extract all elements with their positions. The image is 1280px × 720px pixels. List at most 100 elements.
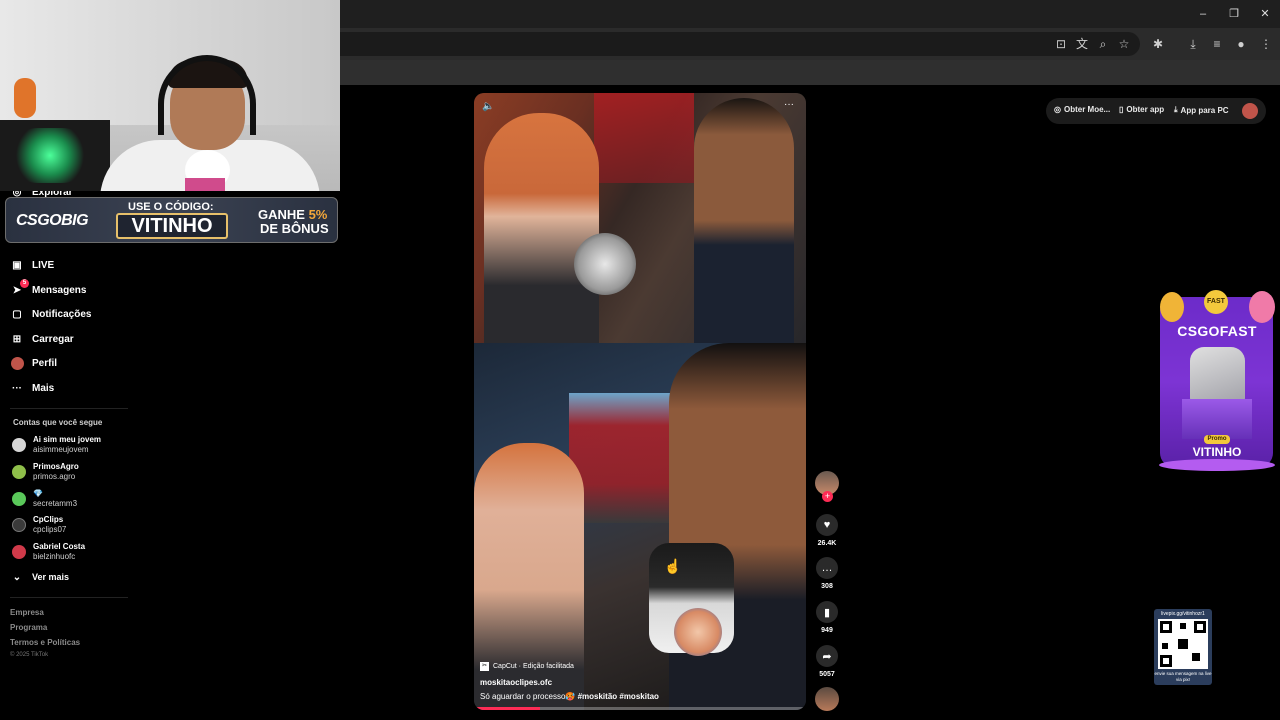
hashtags[interactable]: #moskitão #moskitao <box>578 692 659 701</box>
zoom-icon[interactable]: ⌕ <box>1095 36 1111 52</box>
avatar <box>12 492 26 506</box>
account-username: cpclips07 <box>33 525 67 534</box>
promo-ganhe: GANHE <box>258 207 305 222</box>
close-window-button[interactable]: ✕ <box>1257 6 1273 22</box>
user-avatar[interactable] <box>1242 103 1258 119</box>
coin-icon: ◎ <box>1054 105 1061 114</box>
following-account[interactable]: Gabriel Costa bielzinhuofc <box>12 542 85 562</box>
sidebar-item-upload[interactable]: ⊞ Carregar <box>10 329 74 349</box>
header-actions: ◎ Obter Moe... ▯ Obter app ⤓ App para PC <box>1046 98 1266 124</box>
heart-icon[interactable]: ♥ <box>816 514 838 536</box>
address-bar[interactable] <box>300 32 1140 56</box>
minimize-button[interactable]: – <box>1195 6 1211 22</box>
balloon-icon <box>1160 292 1184 322</box>
following-account[interactable]: Ai sim meu jovem aisimmeujovem <box>12 435 101 455</box>
profile-avatar <box>10 356 24 370</box>
comment-action[interactable]: … 308 <box>815 557 839 590</box>
comment-count: 308 <box>821 583 833 590</box>
avatar <box>12 545 26 559</box>
promo-tag: Promo <box>1204 435 1230 444</box>
footer-link-terms[interactable]: Termos e Políticas <box>10 638 80 647</box>
restore-button[interactable]: ❐ <box>1226 6 1242 22</box>
video-progress[interactable] <box>474 707 806 710</box>
promo-code: VITINHO <box>116 213 228 239</box>
pc-app-button[interactable]: ⤓ App para PC <box>1174 105 1229 115</box>
menu-icon[interactable]: ⋮ <box>1258 36 1274 52</box>
avatar <box>12 438 26 452</box>
csgofast-ad: FAST CSGOFAST Promo VITINHO <box>1157 287 1277 477</box>
account-name: 💎 <box>33 489 43 498</box>
share-action[interactable]: ➦ 5057 <box>815 645 839 678</box>
sidebar-item-notifications[interactable]: ▢ Notificações <box>10 304 91 324</box>
coin-icon: FAST <box>1204 290 1228 314</box>
ad-code: VITINHO <box>1192 445 1242 459</box>
like-action[interactable]: ♥ 26.4K <box>815 514 839 547</box>
following-account[interactable]: CpClips cpclips07 <box>12 515 66 535</box>
man-figure <box>669 343 806 710</box>
profile-icon[interactable]: ● <box>1233 36 1249 52</box>
video-progress-fill <box>474 707 541 710</box>
footer-link-empresa[interactable]: Empresa <box>10 608 44 617</box>
description-text: Só aguardar o processo🥵 <box>480 692 578 701</box>
share-count: 5057 <box>819 671 835 678</box>
get-coins-button[interactable]: ◎ Obter Moe... <box>1054 105 1110 114</box>
reading-list-icon[interactable]: ≡ <box>1209 36 1225 52</box>
account-username: bielzinhuofc <box>33 552 76 561</box>
install-icon[interactable]: ⊡ <box>1053 36 1069 52</box>
video-frame-top <box>474 93 806 343</box>
video-description: Só aguardar o processo🥵 #moskitão #moski… <box>480 692 659 701</box>
comment-icon[interactable]: … <box>816 557 838 579</box>
promo-bonus-line1: GANHE 5% <box>258 207 327 222</box>
footer-link-programa[interactable]: Programa <box>10 623 47 632</box>
capcut-tag[interactable]: ✂ CapCut · Edição facilitada <box>480 662 574 671</box>
account-name: CpClips <box>33 515 64 524</box>
extensions-icon[interactable]: ✱ <box>1150 36 1166 52</box>
sidebar-item-label: Mensagens <box>32 284 87 296</box>
ad-base <box>1159 459 1275 471</box>
microphone <box>574 233 636 295</box>
pc-app-label: App para PC <box>1180 105 1229 115</box>
sidebar-item-more[interactable]: ··· Mais <box>10 378 54 398</box>
live-icon: ▣ <box>12 259 22 271</box>
man-figure <box>694 98 794 343</box>
sidebar-item-label: Notificações <box>32 308 92 320</box>
balloon-icon <box>1249 291 1275 323</box>
save-action[interactable]: ▮ 949 <box>815 601 839 634</box>
sidebar-item-profile[interactable]: Perfil <box>10 353 57 373</box>
following-account[interactable]: 💎 secretamm3 <box>12 489 77 509</box>
sidebar-item-live[interactable]: ▣ LIVE <box>10 255 54 275</box>
gift-box-icon <box>1182 399 1252 439</box>
account-username: aisimmeujovem <box>33 445 89 454</box>
notifications-icon: ▢ <box>12 308 22 320</box>
copyright: © 2025 TikTok <box>10 652 49 658</box>
sidebar-item-messages[interactable]: ➤ 5 Mensagens <box>10 279 87 300</box>
promo-use-code-label: USE O CÓDIGO: <box>128 201 214 213</box>
account-name: Ai sim meu jovem <box>33 435 102 444</box>
translate-icon[interactable]: 文 <box>1074 36 1090 52</box>
pc-glow <box>10 128 90 183</box>
see-more-button[interactable]: ⌄ Ver mais <box>10 567 69 587</box>
volume-icon[interactable]: 🔈 <box>482 101 494 112</box>
messages-icon: ➤ 5 <box>10 279 29 297</box>
following-account[interactable]: PrimosAgro primos.agro <box>12 462 79 482</box>
video-player[interactable]: 🔈 ··· ☝ ✂ CapCut · Edição facilitada mosk… <box>474 93 806 710</box>
promo-banner: CSGOBIG USE O CÓDIGO: VITINHO GANHE 5% D… <box>5 197 338 243</box>
download-icon[interactable]: ⤓ <box>1185 36 1201 52</box>
divider <box>10 597 128 598</box>
share-icon[interactable]: ➦ <box>816 645 838 667</box>
get-app-button[interactable]: ▯ Obter app <box>1119 105 1164 114</box>
account-name: PrimosAgro <box>33 462 79 471</box>
hand-cursor-icon: ☝ <box>664 558 682 574</box>
see-more-label: Ver mais <box>32 572 70 582</box>
video-author[interactable]: moskitaoclipes.ofc <box>480 678 552 687</box>
avatar <box>12 465 26 479</box>
more-options-icon[interactable]: ··· <box>784 99 794 110</box>
bookmark-icon[interactable]: ▮ <box>816 601 838 623</box>
like-count: 26.4K <box>817 540 837 547</box>
follow-plus-icon[interactable]: + <box>822 491 833 502</box>
get-app-label: Obter app <box>1126 105 1165 114</box>
star-icon[interactable]: ☆ <box>1116 36 1132 52</box>
promo-logo: CSGOBIG <box>16 212 89 229</box>
qr-caption: envie sua mensagem na live via pix! <box>1154 671 1212 682</box>
sound-avatar[interactable] <box>815 687 839 711</box>
